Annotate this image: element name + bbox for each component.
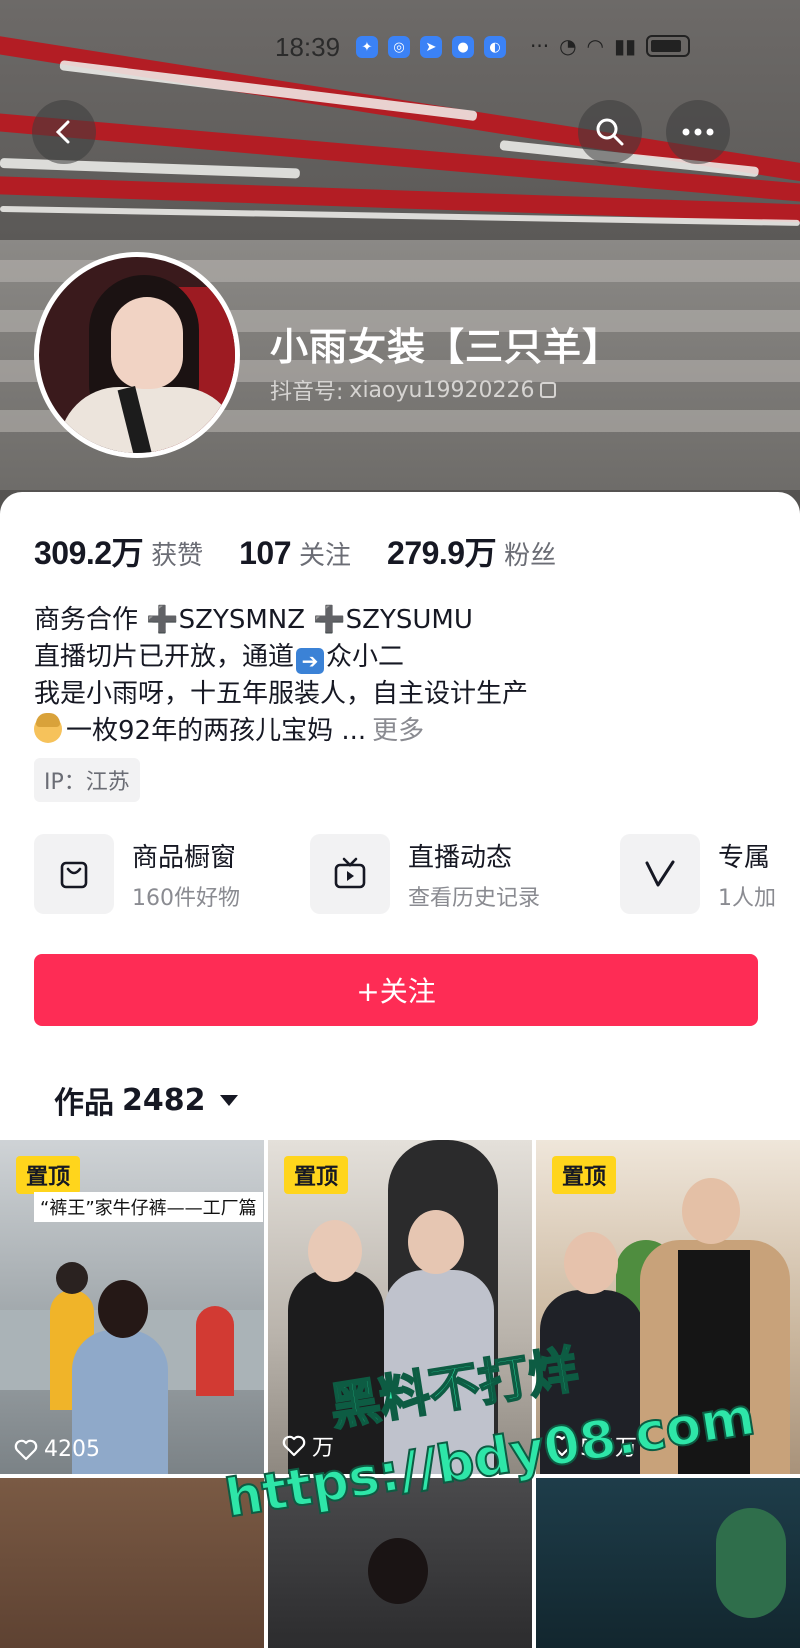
avatar[interactable] [34,252,240,458]
stat-label: 关注 [299,541,352,571]
system-icons: ··· ◔ ◠ ▮▮ [530,34,690,58]
feature-subtitle: 查看历史记录 [408,885,541,911]
v-badge-icon [645,860,675,887]
video-thumbnail[interactable] [0,1478,264,1648]
feature-shop-window[interactable]: 商品橱窗 160件好物 [34,834,240,914]
ip-tag: IP：江苏 [34,758,140,802]
stat-followers[interactable]: 279.9万 粉丝 [387,528,556,574]
video-thumbnail[interactable] [536,1478,800,1648]
bio-line: 直播切片已开放，通道 ➔ 众小二 [34,639,528,676]
back-button[interactable] [32,100,96,164]
copy-icon[interactable] [540,382,557,398]
heart-icon [14,1439,38,1460]
profile-id-label: 抖音号: [270,380,344,405]
stats-row: 309.2万 获赞 107 关注 279.9万 粉丝 [34,528,592,574]
pinned-badge: 置顶 [16,1156,81,1194]
battery-icon [646,35,690,57]
app-notification-icon: ◎ [388,36,410,58]
feature-row: 商品橱窗 160件好物 直播动态 查看历史记录 专属 1人加 [34,834,800,924]
video-grid: 置顶 “裤王”家牛仔裤——工厂篇 4205 置顶 万 置顶 5.5万 黑料不打烊… [0,1140,800,1648]
feature-title: 商品橱窗 [132,842,237,873]
bio-text: 直播切片已开放，通道 [34,642,295,672]
right-arrow-icon: ➔ [296,648,325,674]
bio-text: 众小二 [326,642,405,672]
feature-title: 专属 [718,842,771,873]
profile-id[interactable]: 抖音号: xiaoyu19920226 [270,374,557,406]
stat-value: 107 [239,535,291,571]
works-label: 作品 [54,1086,114,1121]
notification-icons: ✦ ◎ ➤ ● ◐ [356,36,506,58]
works-tab[interactable]: 作品 2482 [54,1078,238,1122]
thumb-head [368,1538,428,1604]
stat-label: 获赞 [151,541,204,571]
message-icon: ● [452,36,474,58]
pinned-badge: 置顶 [552,1156,617,1194]
caret-down-icon [219,1094,238,1106]
feature-icon-box [34,834,114,914]
bio-line: 商务合作 ➕SZYSMNZ ➕SZYSUMU [34,605,473,635]
works-count: 2482 [122,1082,206,1118]
avatar-face [111,297,183,389]
feature-icon-box [310,834,390,914]
telegram-icon: ➤ [420,36,442,58]
video-thumbnail[interactable]: 置顶 “裤王”家牛仔裤——工厂篇 4205 [0,1140,264,1474]
video-caption: “裤王”家牛仔裤——工厂篇 [34,1192,263,1222]
search-button[interactable] [578,100,642,164]
app-notification-icon: ✦ [356,36,378,58]
feature-subtitle: 160件好物 [132,885,240,911]
banner-light [0,158,300,179]
like-count-value: 4205 [44,1437,100,1462]
heart-icon [282,1435,306,1457]
feature-exclusive[interactable]: 专属 1人加 [620,834,776,914]
feature-text: 专属 1人加 [718,837,776,912]
feature-text: 直播动态 查看历史记录 [408,837,540,912]
thumb-head [564,1232,618,1294]
bio[interactable]: 商务合作 ➕SZYSMNZ ➕SZYSUMU 直播切片已开放，通道 ➔ 众小二 我是… [34,602,528,750]
browser-icon: ◐ [484,36,506,58]
banner-light [59,60,478,122]
like-count: 4205 [14,1437,100,1462]
profile-id-value: xiaoyu19920226 [349,377,535,403]
status-time: 18:39 [275,32,341,62]
thumb-head [56,1262,88,1294]
feature-title: 直播动态 [408,842,513,873]
stat-value: 279.9万 [387,535,497,571]
more-button[interactable] [666,100,730,164]
thumb-head [682,1178,740,1244]
bio-more-link[interactable]: 更多 [372,716,424,746]
profile-name: 小雨女装【三只羊】 [270,325,622,369]
thumb-person [196,1306,234,1396]
tv-icon [334,857,366,889]
pinned-badge: 置顶 [284,1156,349,1194]
feature-text: 商品橱窗 160件好物 [132,837,240,912]
bio-line: 一枚92年的两孩儿宝妈 ... 更多 [34,713,528,750]
signal-icon: ◔ [559,34,577,58]
feature-subtitle: 1人加 [718,885,776,911]
bio-text: 一枚92年的两孩儿宝妈 ... [66,716,367,746]
wifi-icon: ◠ [586,34,604,58]
shopping-bag-icon [60,861,88,889]
profile-banner: 18:39 ✦ ◎ ➤ ● ◐ ··· ◔ ◠ ▮▮ 小雨女装【三只羊】 抖音号 [0,0,800,560]
chevron-left-icon [55,120,70,144]
search-icon [596,118,624,146]
bio-line: 我是小雨呀，十五年服装人，自主设计生产 [34,679,529,709]
follow-button[interactable]: +关注 [34,954,758,1026]
more-horizontal-icon [682,128,714,136]
more-notifications-icon: ··· [530,34,550,58]
stat-following[interactable]: 107 关注 [239,535,351,572]
thumb-head [408,1210,464,1274]
thumb-head [308,1220,362,1282]
woman-emoji-icon [34,713,62,743]
cellular-icon: ▮▮ [613,34,636,58]
feature-icon-box [620,834,700,914]
thumb-plant [716,1508,786,1618]
stat-value: 309.2万 [34,535,144,571]
stat-label: 粉丝 [504,541,557,571]
feature-live[interactable]: 直播动态 查看历史记录 [310,834,540,914]
stat-likes[interactable]: 309.2万 获赞 [34,528,203,574]
status-bar: 18:39 ✦ ◎ ➤ ● ◐ ··· ◔ ◠ ▮▮ [0,30,800,66]
thumb-head [98,1280,148,1338]
